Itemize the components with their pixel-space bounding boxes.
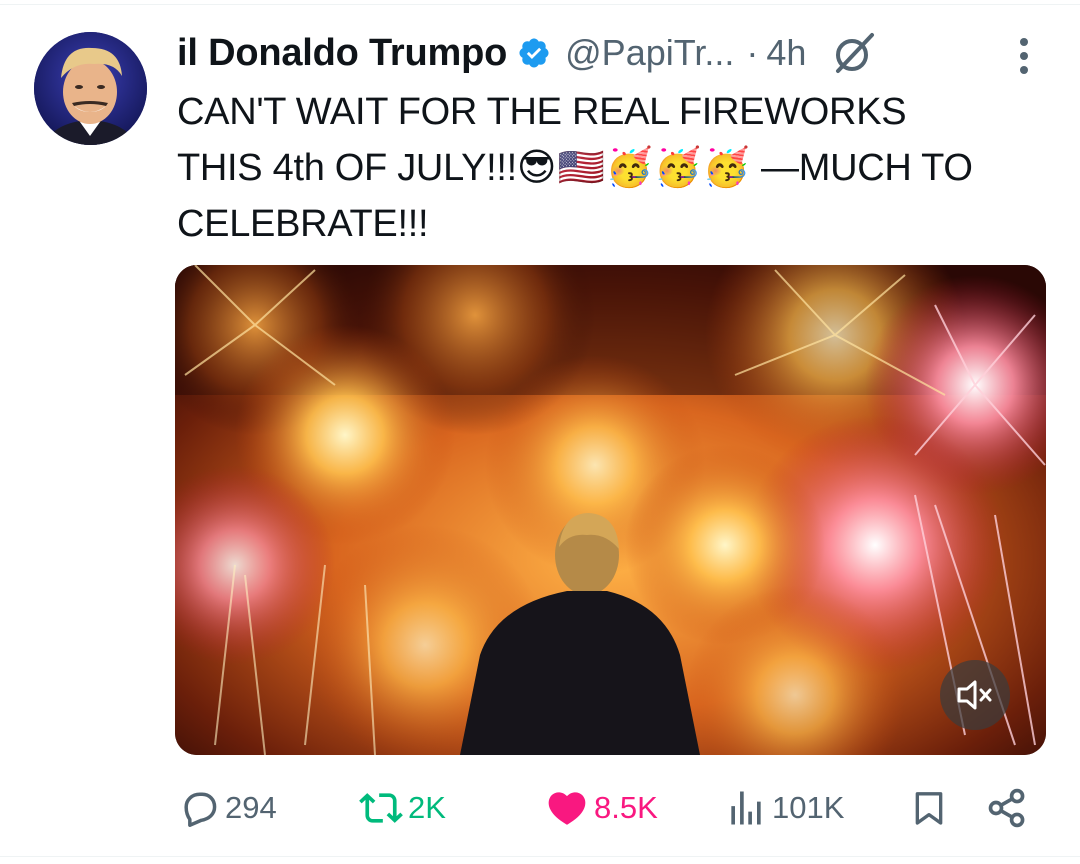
reply-icon <box>184 792 217 827</box>
tweet-text: CAN'T WAIT FOR THE REAL FIREWORKS THIS 4… <box>177 84 1047 252</box>
reply-button[interactable]: 294 <box>177 780 277 836</box>
bottom-divider <box>0 856 1080 857</box>
like-count: 8.5K <box>594 790 658 825</box>
author-handle[interactable]: @PapiTr... <box>565 32 734 74</box>
repost-button[interactable]: 2K <box>358 780 446 836</box>
verified-badge-icon <box>519 38 549 68</box>
author-display-name[interactable]: il Donaldo Trumpo <box>177 32 507 75</box>
top-divider <box>0 4 1080 5</box>
tweet-actions-bar: 294 2K 8.5K 101K <box>0 780 1080 836</box>
bookmark-icon <box>915 792 943 825</box>
tweet-text-line-2-end: —MUCH TO <box>750 147 973 189</box>
share-button[interactable] <box>985 780 1029 836</box>
like-button[interactable]: 8.5K <box>544 780 658 836</box>
mute-icon <box>957 680 992 710</box>
repost-icon <box>359 793 403 823</box>
tweet-video[interactable] <box>175 265 1046 755</box>
tweet-text-line-1: CAN'T WAIT FOR THE REAL FIREWORKS <box>177 91 907 133</box>
like-icon <box>548 792 586 825</box>
share-icon <box>988 788 1025 828</box>
tweet-text-line-2-start: THIS 4th OF JULY!!! <box>177 147 517 189</box>
video-frame <box>175 265 1046 755</box>
bookmark-button[interactable] <box>909 780 949 836</box>
tweet-text-line-2: THIS 4th OF JULY!!!😎🇺🇸🥳🥳🥳 —MUCH TO <box>177 140 1047 196</box>
tweet-timestamp[interactable]: 4h <box>766 32 806 74</box>
header-separator: · <box>746 32 759 73</box>
views-button[interactable]: 101K <box>724 780 844 836</box>
grok-icon[interactable] <box>830 29 878 77</box>
mute-toggle-button[interactable] <box>940 660 1010 730</box>
views-icon <box>731 791 761 825</box>
author-avatar[interactable] <box>34 32 147 145</box>
avatar-image <box>34 32 147 145</box>
repost-count: 2K <box>408 790 446 825</box>
tweet-emojis: 😎🇺🇸🥳🥳🥳 <box>516 147 751 189</box>
more-icon[interactable] <box>1013 36 1035 76</box>
tweet-text-line-3: CELEBRATE!!! <box>177 203 429 245</box>
views-count: 101K <box>772 790 845 825</box>
tweet-header: il Donaldo Trumpo @PapiTr... · 4h <box>177 28 1047 78</box>
reply-count: 294 <box>225 790 277 825</box>
